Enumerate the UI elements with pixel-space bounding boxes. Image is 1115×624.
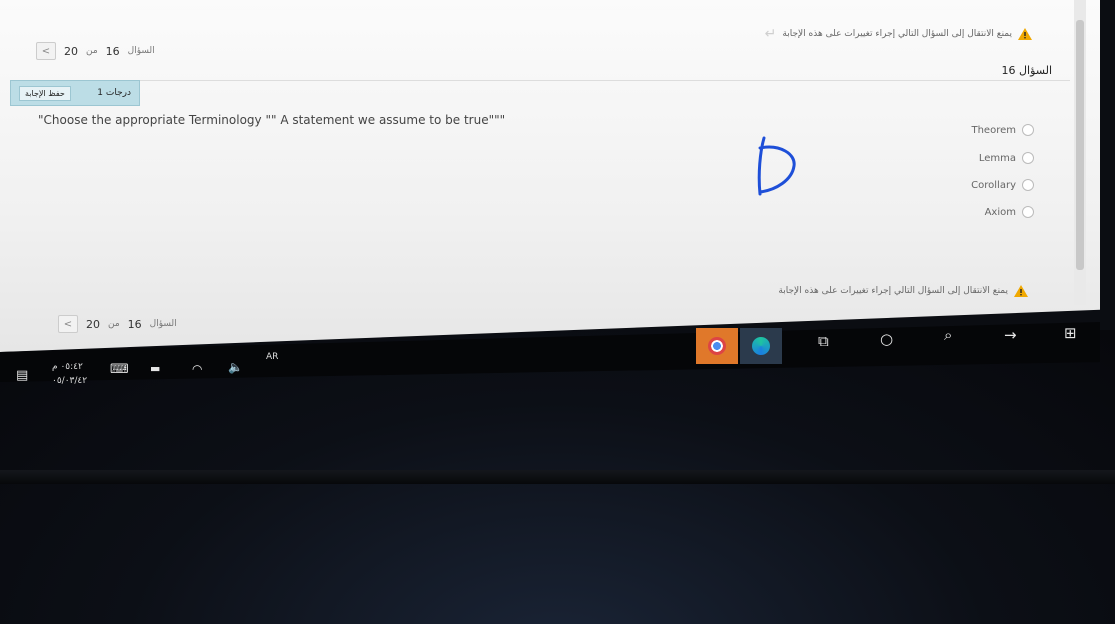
tray-time[interactable]: ٠٥:٤٢ م xyxy=(52,362,83,372)
nav-total: 20 xyxy=(64,44,78,58)
nav-label: السؤال xyxy=(127,46,155,56)
option-corollary[interactable]: Corollary xyxy=(971,179,1034,191)
language-indicator[interactable]: AR xyxy=(266,352,278,362)
question-stem: "Choose the appropriate Terminology "" A… xyxy=(38,113,506,127)
nav-of: من xyxy=(86,46,98,56)
option-label: Theorem xyxy=(971,124,1016,136)
option-lemma[interactable]: Lemma xyxy=(979,152,1034,164)
taskbar-app-edge[interactable] xyxy=(740,328,782,364)
option-axiom[interactable]: Axiom xyxy=(985,206,1034,218)
question-nav-top: < 20 من 16 السؤال xyxy=(36,42,155,60)
option-label: Axiom xyxy=(984,206,1016,218)
volume-icon[interactable]: 🔈 xyxy=(228,360,243,374)
grade-label: 1 درجات xyxy=(97,88,131,98)
option-label: Lemma xyxy=(978,152,1016,164)
taskbar-app-chrome[interactable] xyxy=(696,328,738,364)
nav-current: 16 xyxy=(127,317,142,331)
cortana-icon[interactable]: ○ xyxy=(880,330,893,348)
task-view-icon[interactable]: ⧉ xyxy=(818,332,829,350)
chevron-left-icon[interactable]: < xyxy=(58,315,78,333)
warning-bottom: يمنع الانتقال إلى السؤال التالي إجراء تغ… xyxy=(778,285,1028,297)
battery-icon[interactable]: ▬ xyxy=(150,362,160,375)
option-theorem[interactable]: Theorem xyxy=(971,124,1034,136)
question-nav-bottom: < 20 من 16 السؤال xyxy=(58,315,177,333)
warning-top: يمنع الانتقال إلى السؤال التالي إجراء تغ… xyxy=(765,26,1032,42)
warning-text: يمنع الانتقال إلى السؤال التالي إجراء تغ… xyxy=(778,286,1008,296)
arrow-right-icon[interactable]: → xyxy=(1004,326,1017,344)
quiz-page: يمنع الانتقال إلى السؤال التالي إجراء تغ… xyxy=(0,0,1100,352)
return-icon: ↵ xyxy=(764,26,777,42)
warning-icon xyxy=(1018,28,1032,40)
radio-button[interactable] xyxy=(1022,152,1034,164)
wifi-icon[interactable]: ◠ xyxy=(192,362,202,376)
notification-icon[interactable]: ▤ xyxy=(16,368,28,383)
warning-icon xyxy=(1014,285,1028,297)
chrome-icon xyxy=(708,337,726,355)
nav-label: السؤال xyxy=(149,319,177,329)
save-answer-button[interactable]: حفظ الإجابة xyxy=(19,85,71,101)
nav-total: 20 xyxy=(86,317,100,331)
warning-text: يمنع الانتقال إلى السؤال التالي إجراء تغ… xyxy=(782,29,1012,39)
laptop-bezel xyxy=(0,470,1115,484)
radio-button[interactable] xyxy=(1022,179,1034,191)
chevron-left-icon[interactable]: < xyxy=(36,42,56,60)
scrollbar[interactable] xyxy=(1074,0,1086,305)
windows-start-icon[interactable]: ⊞ xyxy=(1064,324,1077,342)
edge-icon xyxy=(752,337,770,355)
keyboard-icon[interactable]: ⌨ xyxy=(110,362,129,377)
scroll-thumb[interactable] xyxy=(1076,20,1084,270)
question-title: السؤال 16 xyxy=(1001,64,1052,77)
divider xyxy=(12,80,1070,81)
search-icon[interactable]: ⌕ xyxy=(944,326,952,344)
pen-annotation-d xyxy=(757,136,796,196)
nav-current: 16 xyxy=(105,44,120,58)
tray-date[interactable]: ٠٥/٠٣/٤٢ xyxy=(52,376,87,386)
question-info-badge: حفظ الإجابة 1 درجات xyxy=(10,80,140,106)
option-label: Corollary xyxy=(971,179,1016,191)
radio-button[interactable] xyxy=(1022,206,1034,218)
radio-button[interactable] xyxy=(1022,124,1034,136)
nav-of: من xyxy=(108,319,120,329)
